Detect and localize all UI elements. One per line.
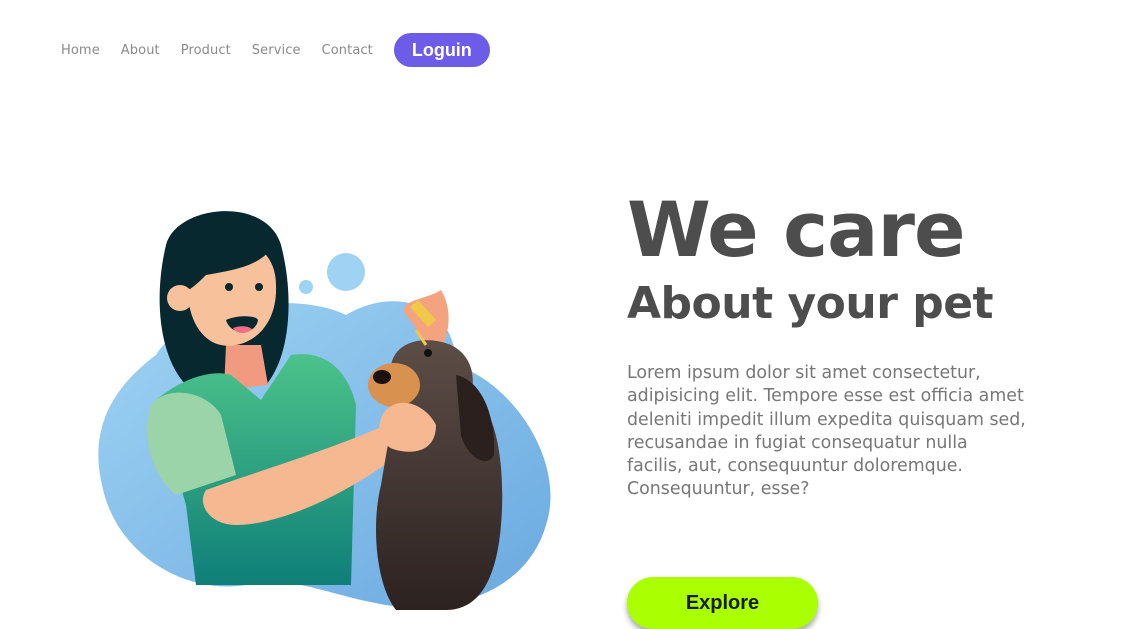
- nav-about-link[interactable]: About: [121, 43, 160, 58]
- woman-with-dog-svg: [98, 211, 551, 610]
- nav-product-link[interactable]: Product: [181, 43, 231, 58]
- nav-home-link[interactable]: Home: [61, 43, 100, 58]
- explore-button[interactable]: Explore: [627, 577, 818, 629]
- login-button[interactable]: Loguin: [393, 33, 490, 67]
- woman-with-dog-illustration: [96, 205, 558, 615]
- top-nav: Home About Product Service Contact Logui…: [61, 33, 490, 67]
- hero-section: We care About your pet Lorem ipsum dolor…: [627, 188, 1107, 502]
- hero-subtitle: About your pet: [627, 278, 994, 329]
- hero-title: We care: [627, 185, 966, 274]
- nav-service-link[interactable]: Service: [252, 43, 301, 58]
- hero-description: Lorem ipsum dolor sit amet consectetur, …: [627, 363, 1026, 500]
- nav-contact-link[interactable]: Contact: [322, 43, 373, 58]
